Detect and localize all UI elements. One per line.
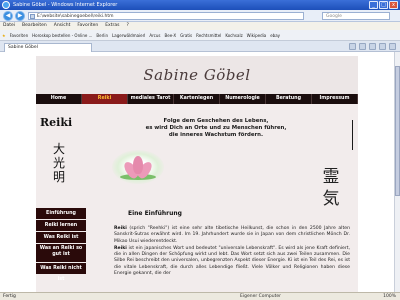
search-input[interactable]: Google (322, 12, 390, 20)
star-icon: ★ (2, 33, 6, 38)
paragraph-text: ist ein japanisches Wort und bedeutet "u… (114, 245, 350, 277)
lotus-flower-image (112, 150, 164, 184)
vertical-scrollbar[interactable] (394, 52, 400, 292)
favorites-button[interactable]: Favoriten (10, 30, 29, 40)
kanji-dai-ko-myo: 大 光 明 (50, 142, 68, 184)
favorites-bar: ★ Favoriten Horoskop bestellen - Online … (0, 30, 400, 41)
menu-favoriten[interactable]: Favoriten (77, 22, 98, 30)
menu-bearbeiten[interactable]: Bearbeiten (22, 22, 47, 30)
nav-beratung[interactable]: Beratung (266, 94, 312, 104)
decorative-divider (352, 120, 353, 150)
nav-mediales-tarot[interactable]: mediales Tarot (128, 94, 174, 104)
menu-extras[interactable]: Extras (105, 22, 119, 30)
close-button[interactable]: x (389, 1, 398, 9)
favorite-item[interactable]: Kochsalz (225, 30, 242, 40)
address-toolbar: ◀ ▶ E:\website\sabinegoebel\reiki.htm Go… (0, 10, 400, 22)
nav-numerologie[interactable]: Numerologie (220, 94, 266, 104)
section-heading: Eine Einführung (128, 210, 182, 217)
paragraph: Reiki ist ein japanisches Wort und bedeu… (114, 246, 350, 277)
forward-button[interactable]: ▶ (15, 11, 25, 21)
body-text: Reiki (sprich "Reehki") ist eine sehr al… (114, 226, 350, 277)
side-menu-einfuehrung[interactable]: Einführung (36, 208, 86, 219)
page-menu-icon[interactable] (379, 43, 386, 50)
site-header: Sabine Göbel (36, 56, 358, 94)
security-zone: Eigener Computer (240, 294, 281, 299)
bold-term: Reiki (114, 226, 127, 231)
tools-menu-icon[interactable] (389, 43, 396, 50)
side-menu-was-reiki-ist[interactable]: Was Reiki ist (36, 232, 86, 243)
favorite-item[interactable]: Horoskop bestellen - Online ... (32, 30, 92, 40)
page-title: Reiki (40, 116, 73, 129)
web-page: Sabine Göbel Home Reiki mediales Tarot K… (0, 52, 394, 292)
minimize-button[interactable]: _ (369, 1, 378, 9)
address-url: E:\website\sabinegoebel\reiki.htm (37, 14, 114, 19)
main-content: Reiki 大 光 明 Folge dem Geschehen des Lebe… (36, 104, 358, 292)
favorite-item[interactable]: Lagerwäldmaierl (112, 30, 145, 40)
internet-explorer-icon (2, 1, 10, 9)
window-title: Sabine Göbel - Windows Internet Explorer (13, 2, 118, 8)
tagline-line: es wird Dich an Orte und zu Menschen füh… (145, 125, 287, 131)
maximize-button[interactable]: □ (379, 1, 388, 9)
favorite-item[interactable]: Arcus (149, 30, 160, 40)
favorite-item[interactable]: Bee-X (165, 30, 177, 40)
side-menu-reiki-lernen[interactable]: Reiki lernen (36, 220, 86, 231)
bold-term: Reiki (114, 245, 127, 251)
favorite-item[interactable]: Gratis (180, 30, 192, 40)
side-menu: Einführung Reiki lernen Was Reiki ist Wa… (36, 208, 86, 282)
home-icon[interactable] (349, 43, 356, 50)
tagline-line: Folge dem Geschehen des Lebens, (163, 118, 269, 124)
command-bar (349, 43, 396, 50)
address-input[interactable]: E:\website\sabinegoebel\reiki.htm (28, 12, 304, 20)
tagline: Folge dem Geschehen des Lebens, es wird D… (126, 118, 306, 139)
menu-datei[interactable]: Datei (3, 22, 15, 30)
browser-window: Sabine Göbel - Windows Internet Explorer… (0, 0, 400, 300)
tab-sabine-goebel[interactable]: Sabine Göbel (4, 43, 92, 52)
tab-bar: Sabine Göbel (0, 41, 400, 52)
kanji-char: 大 (52, 142, 65, 156)
nav-impressum[interactable]: Impressum (312, 94, 358, 104)
menu-bar: Datei Bearbeiten Ansicht Favoriten Extra… (0, 22, 400, 30)
menu-help[interactable]: ? (126, 22, 128, 30)
status-text: Fertig (3, 294, 16, 299)
tagline-line: die inneres Wachstum fördern. (168, 132, 264, 138)
main-navigation: Home Reiki mediales Tarot Kartenlegen Nu… (36, 94, 358, 104)
zoom-level[interactable]: 100% (383, 293, 396, 300)
scrollbar-thumb[interactable] (395, 66, 400, 196)
favorite-item[interactable]: Berlin (96, 30, 108, 40)
lotus-petal (133, 156, 143, 174)
title-bar: Sabine Göbel - Windows Internet Explorer… (0, 0, 400, 10)
paragraph: Reiki (sprich "Reehki") ist eine sehr al… (114, 226, 350, 245)
feeds-icon[interactable] (359, 43, 366, 50)
kanji-char: 明 (52, 170, 65, 184)
menu-ansicht[interactable]: Ansicht (54, 22, 71, 30)
nav-reiki[interactable]: Reiki (82, 94, 128, 104)
back-button[interactable]: ◀ (3, 11, 13, 21)
print-icon[interactable] (369, 43, 376, 50)
page-icon (30, 14, 35, 19)
kanji-char: 気 (322, 189, 340, 209)
nav-home[interactable]: Home (36, 94, 82, 104)
favorite-item[interactable]: ebay (270, 30, 280, 40)
kanji-char: 霊 (322, 167, 340, 187)
site-name: Sabine Göbel (143, 66, 251, 84)
status-bar: Fertig Eigener Computer 100% (0, 292, 400, 300)
kanji-reiki: 霊 気 (320, 166, 342, 210)
side-menu-was-an-reiki-gut-ist[interactable]: Was an Reiki so gut ist (36, 244, 86, 262)
side-menu-was-reiki-nicht-ist[interactable]: Was Reiki nicht ist (36, 263, 86, 282)
favorite-item[interactable]: Rechtsmittel (196, 30, 221, 40)
paragraph-text: (sprich "Reehki") ist eine sehr alte tib… (114, 226, 350, 244)
kanji-char: 光 (52, 156, 65, 170)
favorite-item[interactable]: Wikipedia (247, 30, 267, 40)
window-controls: _ □ x (369, 1, 398, 9)
nav-kartenlegen[interactable]: Kartenlegen (174, 94, 220, 104)
